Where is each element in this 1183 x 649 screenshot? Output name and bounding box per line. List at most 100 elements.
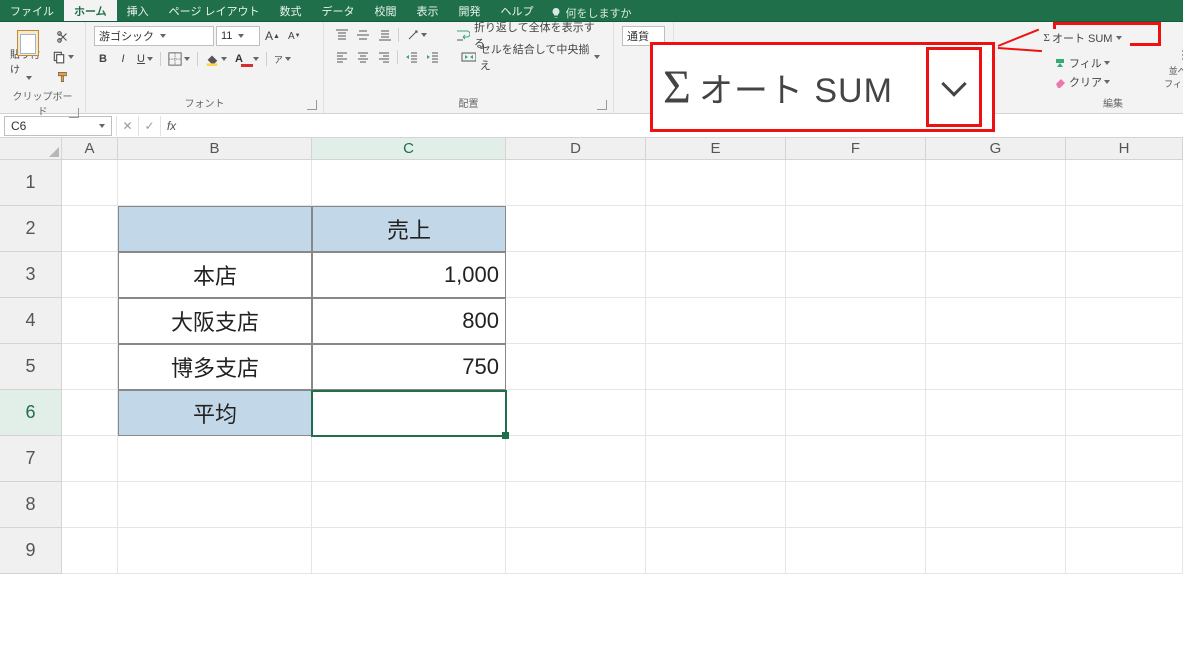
cell-B7[interactable] [118,436,312,482]
cell-A1[interactable] [62,160,118,206]
cell-C8[interactable] [312,482,506,528]
cut-button[interactable] [49,28,77,46]
cell-G1[interactable] [926,160,1066,206]
orientation-button[interactable] [403,26,430,44]
tab-developer[interactable]: 開発 [449,0,491,21]
dialog-launcher-icon[interactable] [69,108,79,118]
cell-C6[interactable] [312,390,506,436]
cell-A9[interactable] [62,528,118,574]
cell-D5[interactable] [506,344,646,390]
col-header-H[interactable]: H [1066,138,1183,159]
cell-D9[interactable] [506,528,646,574]
tab-home[interactable]: ホーム [64,0,117,21]
font-name-combo[interactable]: 游ゴシック [94,26,214,46]
cell-B3[interactable]: 本店 [118,252,312,298]
tab-insert[interactable]: 挿入 [117,0,159,21]
cell-D6[interactable] [506,390,646,436]
cell-A8[interactable] [62,482,118,528]
cell-D1[interactable] [506,160,646,206]
enter-formula-button[interactable]: ✓ [138,116,160,136]
cell-G5[interactable] [926,344,1066,390]
cell-B2[interactable] [118,206,312,252]
bold-button[interactable]: B [94,50,112,68]
col-header-E[interactable]: E [646,138,786,159]
cell-E1[interactable] [646,160,786,206]
row-header-1[interactable]: 1 [0,160,62,206]
cell-F9[interactable] [786,528,926,574]
tab-data[interactable]: データ [312,0,365,21]
paste-button[interactable]: 貼り付け [8,26,47,82]
cell-H2[interactable] [1066,206,1183,252]
sort-label[interactable]: 並べ替え [1169,64,1183,77]
cancel-formula-button[interactable]: ✕ [116,116,138,136]
row-header-7[interactable]: 7 [0,436,62,482]
grow-font-button[interactable]: A▲ [262,27,283,45]
select-all-corner[interactable] [0,138,62,160]
cell-E8[interactable] [646,482,786,528]
align-left-button[interactable] [332,48,351,66]
cell-E5[interactable] [646,344,786,390]
decrease-indent-button[interactable] [402,48,421,66]
col-header-C[interactable]: C [312,138,506,159]
cell-G4[interactable] [926,298,1066,344]
italic-button[interactable]: I [114,50,132,68]
increase-indent-button[interactable] [423,48,442,66]
cell-C1[interactable] [312,160,506,206]
cell-F1[interactable] [786,160,926,206]
autosum-button[interactable]: Σ オート SUM [1036,29,1130,47]
cell-B8[interactable] [118,482,312,528]
font-color-button[interactable]: A [232,50,262,68]
cell-H9[interactable] [1066,528,1183,574]
cell-H8[interactable] [1066,482,1183,528]
copy-button[interactable] [49,48,77,66]
cell-A4[interactable] [62,298,118,344]
cell-F2[interactable] [786,206,926,252]
cell-D4[interactable] [506,298,646,344]
row-header-2[interactable]: 2 [0,206,62,252]
cell-B6[interactable]: 平均 [118,390,312,436]
align-right-button[interactable] [374,48,393,66]
cell-G8[interactable] [926,482,1066,528]
tab-formulas[interactable]: 数式 [270,0,312,21]
cell-H5[interactable] [1066,344,1183,390]
underline-button[interactable]: U [134,50,156,68]
tab-view[interactable]: 表示 [407,0,449,21]
cell-C4[interactable]: 800 [312,298,506,344]
cell-C3[interactable]: 1,000 [312,252,506,298]
tab-file[interactable]: ファイル [0,0,64,21]
cell-B9[interactable] [118,528,312,574]
row-header-8[interactable]: 8 [0,482,62,528]
align-bottom-button[interactable] [375,26,394,44]
align-center-button[interactable] [353,48,372,66]
dialog-launcher-icon[interactable] [597,100,607,110]
worksheet[interactable]: A B C D E F G H 1 2 売上 3 本店 1,000 4 大阪支店… [0,138,1183,574]
cell-C7[interactable] [312,436,506,482]
row-header-3[interactable]: 3 [0,252,62,298]
fx-button[interactable]: fx [160,116,182,136]
row-header-6[interactable]: 6 [0,390,62,436]
cell-E7[interactable] [646,436,786,482]
cell-G7[interactable] [926,436,1066,482]
format-painter-button[interactable] [49,68,77,86]
cell-D2[interactable] [506,206,646,252]
cell-C5[interactable]: 750 [312,344,506,390]
cell-G3[interactable] [926,252,1066,298]
cell-H1[interactable] [1066,160,1183,206]
align-top-button[interactable] [332,26,351,44]
cell-H3[interactable] [1066,252,1183,298]
cell-A5[interactable] [62,344,118,390]
cell-H7[interactable] [1066,436,1183,482]
col-header-G[interactable]: G [926,138,1066,159]
cell-E2[interactable] [646,206,786,252]
cell-H4[interactable] [1066,298,1183,344]
tab-review[interactable]: 校閲 [365,0,407,21]
cell-A6[interactable] [62,390,118,436]
dialog-launcher-icon[interactable] [307,100,317,110]
fill-color-button[interactable] [202,50,230,68]
cell-D8[interactable] [506,482,646,528]
cell-A3[interactable] [62,252,118,298]
cell-A7[interactable] [62,436,118,482]
clear-button[interactable]: クリア [1051,73,1113,91]
cell-F6[interactable] [786,390,926,436]
cell-B4[interactable]: 大阪支店 [118,298,312,344]
